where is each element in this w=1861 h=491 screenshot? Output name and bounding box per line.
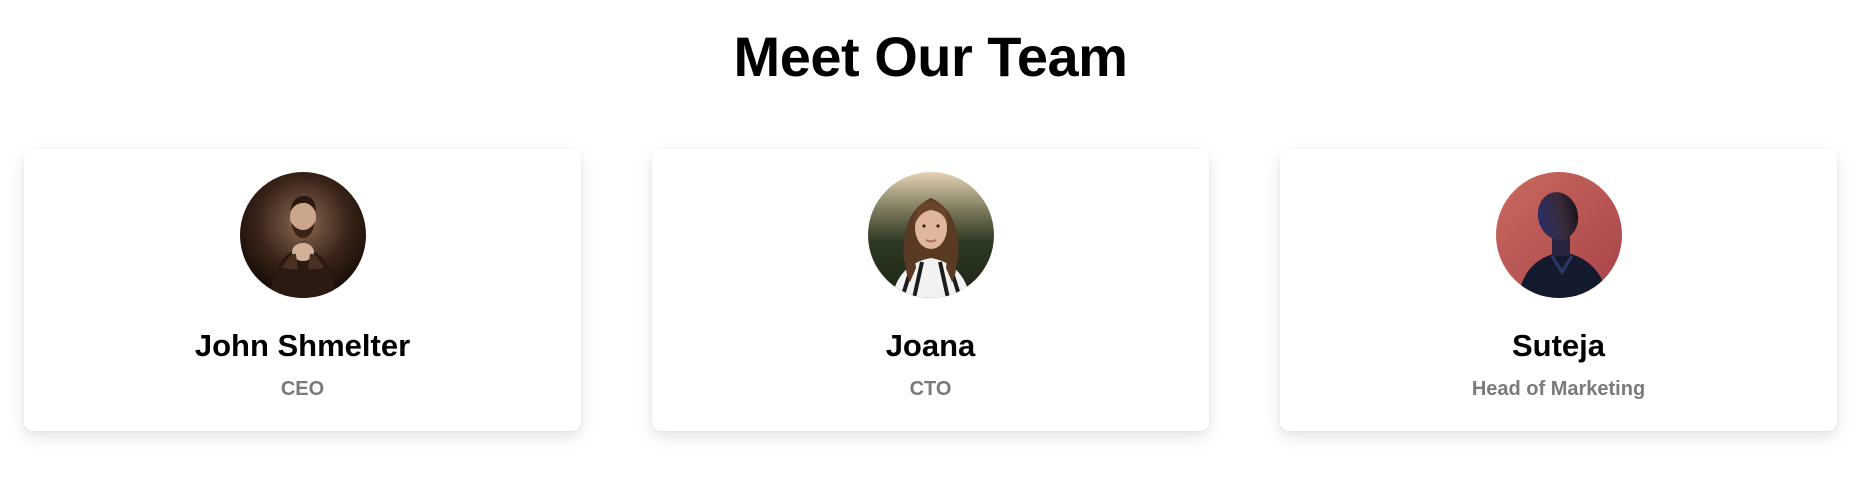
avatar (1495, 172, 1622, 298)
portrait-photo-man-beard-icon (239, 172, 366, 298)
avatar (239, 172, 366, 298)
portrait-photo-woman-icon (867, 172, 994, 298)
team-card-john-shmelter[interactable]: John Shmelter CEO (24, 149, 581, 431)
member-name: Joana (885, 328, 976, 363)
team-cards: John Shmelter CEO Joana CTO Suteja Head … (24, 149, 1837, 431)
portrait-photo-man-red-backdrop-icon (1495, 172, 1622, 298)
section-title: Meet Our Team (733, 25, 1128, 88)
team-section: Meet Our Team John Shmelter CEO Joana CT… (0, 0, 1861, 491)
member-role: CTO (909, 378, 952, 400)
team-card-suteja[interactable]: Suteja Head of Marketing (1280, 149, 1837, 431)
avatar (867, 172, 994, 298)
member-role: CEO (280, 378, 325, 400)
member-role: Head of Marketing (1471, 378, 1646, 400)
member-name: John Shmelter (194, 328, 411, 363)
team-card-joana[interactable]: Joana CTO (652, 149, 1209, 431)
member-name: Suteja (1511, 328, 1606, 363)
